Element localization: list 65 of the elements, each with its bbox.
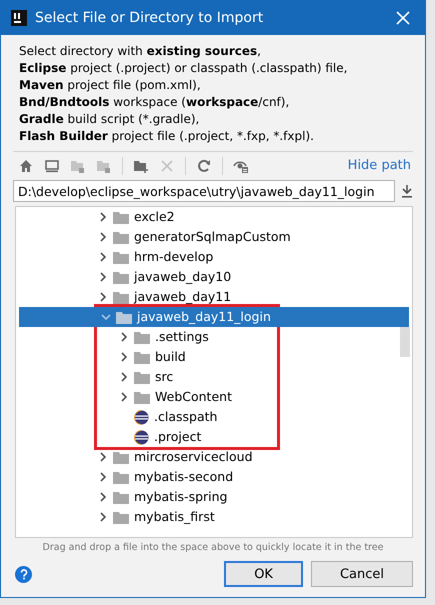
tree-row[interactable]: mybatis_first xyxy=(16,507,412,527)
description-line: Flash Builder project file (.project, *.fxp, *.fxpl). xyxy=(19,128,315,145)
tree-row[interactable]: .classpath xyxy=(19,407,409,427)
help-icon[interactable] xyxy=(15,566,32,583)
tree-item-label: build xyxy=(155,348,186,366)
folder-icon xyxy=(113,210,129,224)
tree-item-label: mybatis_first xyxy=(134,508,215,526)
folder-icon xyxy=(116,310,132,324)
eclipse-file-icon xyxy=(134,430,149,444)
tree-row[interactable]: mircroservicecloud xyxy=(16,447,412,467)
tree-row[interactable]: build xyxy=(19,347,409,367)
tree-row[interactable]: generatorSqlmapCustom xyxy=(16,227,412,247)
tree-item-label: mybatis-spring xyxy=(134,488,228,506)
folder-icon xyxy=(134,350,150,364)
tree-item-label: .settings xyxy=(155,328,209,346)
tree-item-label: mybatis-second xyxy=(134,468,234,486)
hint-text: Drag and drop a file into the space above to quickly locate it in the tree xyxy=(42,541,384,555)
window-title: Select File or Directory to Import xyxy=(35,8,264,28)
folder-icon xyxy=(134,390,150,404)
tree-item-label: excle2 xyxy=(134,208,175,226)
download-icon[interactable] xyxy=(401,184,413,198)
folder-icon xyxy=(113,250,129,264)
folder-icon xyxy=(113,270,129,284)
folder-icon xyxy=(134,330,150,344)
app-logo-icon xyxy=(11,10,27,26)
tree-row[interactable]: hrm-develop xyxy=(16,247,412,267)
description-line: Gradle build script (*.gradle), xyxy=(19,111,200,128)
folder-icon xyxy=(113,490,129,504)
folder-icon xyxy=(113,470,129,484)
tree-item-label: .project xyxy=(154,428,202,446)
tree-item-label: javaweb_day11 xyxy=(134,288,232,306)
description-line: Eclipse project (.project) or classpath (.classpath) file, xyxy=(19,60,348,77)
tree-row[interactable]: javaweb_day11 xyxy=(16,287,412,307)
path-field[interactable]: D:\develop\eclipse_workspace\utry\javaweb_day11_login xyxy=(13,180,395,202)
tree-row[interactable]: javaweb_day11_login xyxy=(19,307,409,327)
description-line: Bnd/Bndtools workspace (workspace/cnf), xyxy=(19,94,290,111)
tree-row[interactable]: .settings xyxy=(19,327,409,347)
expand-chevron-icon[interactable] xyxy=(101,312,111,322)
tree-item-label: hrm-develop xyxy=(134,248,214,266)
hide-path-link[interactable]: Hide path xyxy=(348,156,411,176)
eclipse-file-icon xyxy=(134,410,149,424)
folder-icon xyxy=(113,290,129,304)
tree-item-label: WebContent xyxy=(155,388,232,406)
tree-item-label: javaweb_day11_login xyxy=(137,308,271,326)
folder-icon xyxy=(113,510,129,524)
folder-icon xyxy=(113,230,129,244)
tree-row[interactable]: .project xyxy=(19,427,409,447)
tree-row[interactable]: src xyxy=(19,367,409,387)
description-line: Maven project file (pom.xml), xyxy=(19,77,202,94)
scrollbar-thumb[interactable] xyxy=(400,327,410,357)
folder-icon xyxy=(113,450,129,464)
ok-button[interactable]: OK xyxy=(224,561,303,588)
tree-row[interactable]: excle2 xyxy=(16,207,412,227)
tree-row[interactable]: WebContent xyxy=(19,387,409,407)
folder-icon xyxy=(134,370,150,384)
tree-item-label: generatorSqlmapCustom xyxy=(134,228,291,246)
tree-row[interactable]: mybatis-second xyxy=(16,467,412,487)
tree-item-label: mircroservicecloud xyxy=(134,448,253,466)
tree-item-label: .classpath xyxy=(154,408,218,426)
tree-item-label: src xyxy=(155,368,174,386)
tree-row[interactable]: javaweb_day10 xyxy=(16,267,412,287)
description-line: Select directory with existing sources, xyxy=(19,43,262,60)
tree-item-label: javaweb_day10 xyxy=(134,268,232,286)
tree-row[interactable]: mybatis-spring xyxy=(16,487,412,507)
cancel-button[interactable]: Cancel xyxy=(310,561,413,588)
